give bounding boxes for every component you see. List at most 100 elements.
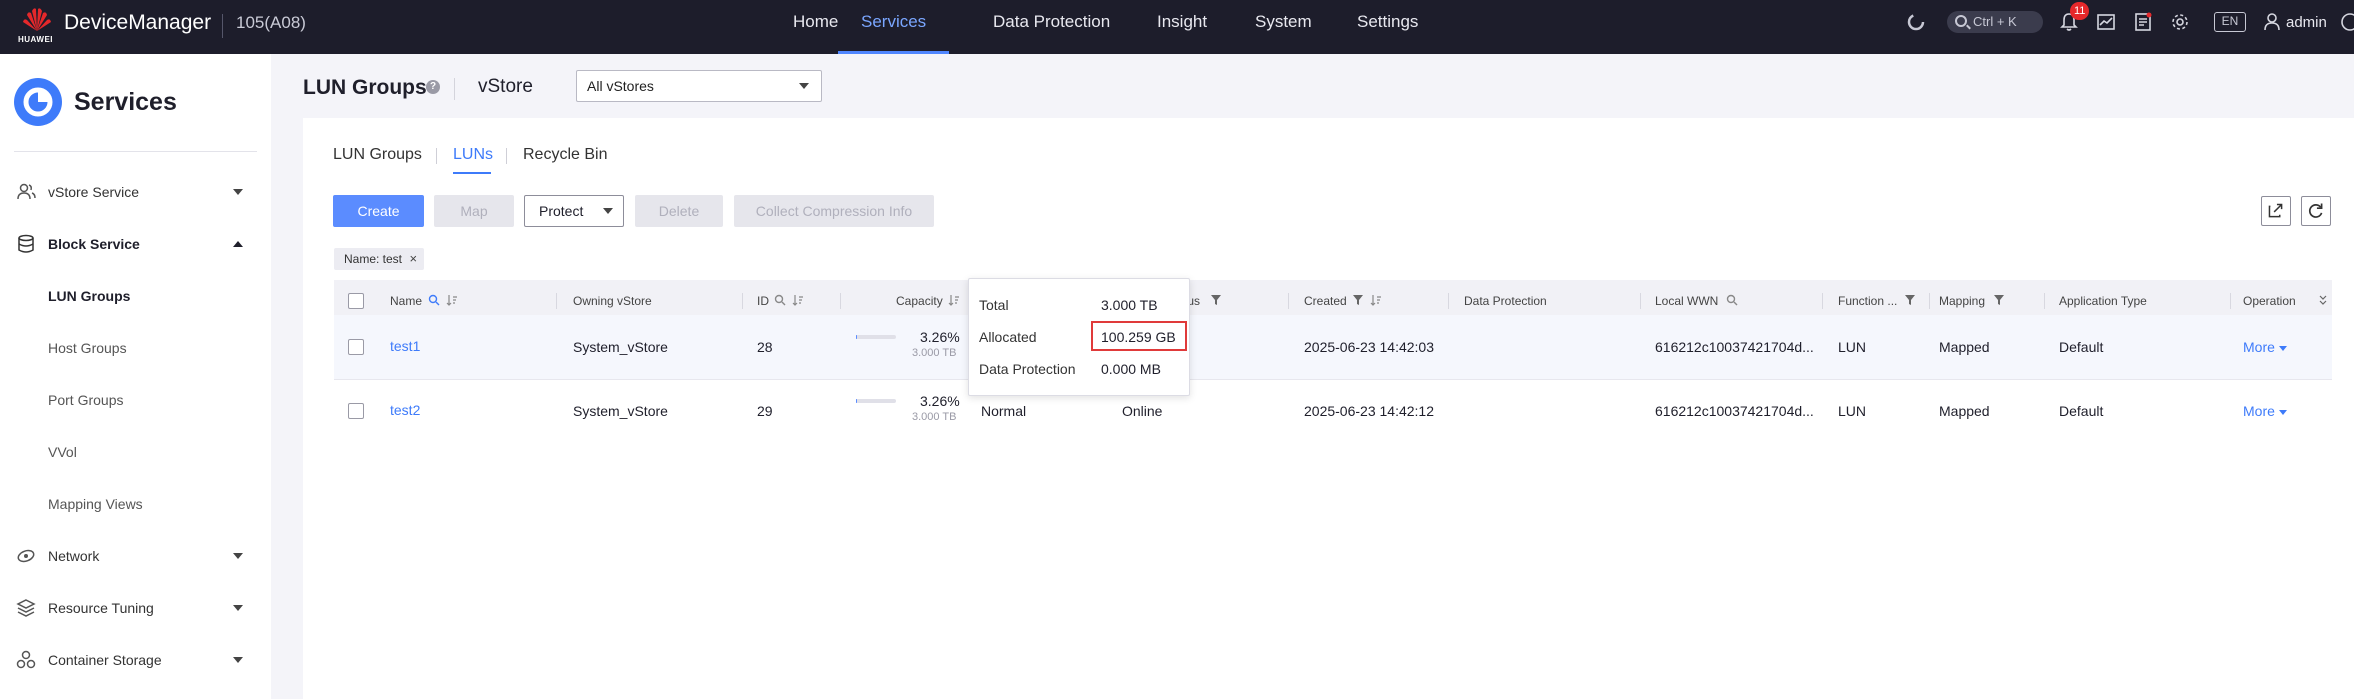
row-checkbox[interactable] xyxy=(348,403,364,419)
capacity-bar[interactable] xyxy=(856,335,896,339)
close-icon[interactable]: × xyxy=(409,248,417,270)
column-divider xyxy=(2230,293,2231,309)
search-icon xyxy=(1955,15,1967,27)
huawei-logo[interactable]: HUAWEI xyxy=(16,5,60,49)
capacity-fill xyxy=(856,335,858,339)
row-checkbox[interactable] xyxy=(348,339,364,355)
sidebar-item-label: Network xyxy=(48,548,100,564)
search-icon[interactable] xyxy=(428,294,440,306)
sidebar-item-vstore-service[interactable]: vStore Service xyxy=(0,172,271,212)
table-row[interactable]: test1 System_vStore 28 3.26% 3.000 TB 20… xyxy=(334,315,2332,379)
nav-settings[interactable]: Settings xyxy=(1357,0,1418,54)
filter-chip[interactable]: Name: test × xyxy=(334,248,425,270)
nav-services[interactable]: Services xyxy=(838,0,950,54)
column-header-name[interactable]: Name xyxy=(390,294,422,308)
column-header-created[interactable]: Created xyxy=(1304,294,1347,308)
refresh-button[interactable] xyxy=(2301,196,2331,226)
column-header-operation: Operation xyxy=(2243,294,2296,308)
search-icon[interactable] xyxy=(774,294,786,306)
tab-recycle-bin[interactable]: Recycle Bin xyxy=(523,146,607,164)
sidebar-item-network[interactable]: Network xyxy=(0,536,271,576)
column-settings-icon[interactable] xyxy=(2318,294,2328,306)
lun-name-link[interactable]: test2 xyxy=(390,402,420,418)
top-bar: HUAWEI DeviceManager 105(A08) Home Servi… xyxy=(0,0,2354,54)
sidebar-sub-port-groups[interactable]: Port Groups xyxy=(48,392,123,408)
nav-data-protection[interactable]: Data Protection xyxy=(993,0,1110,54)
capacity-percent[interactable]: 3.26% xyxy=(920,329,960,345)
create-button[interactable]: Create xyxy=(333,195,424,227)
services-logo-icon xyxy=(14,78,62,126)
vstore-select[interactable]: All vStores xyxy=(576,70,822,102)
sidebar-item-resource-tuning[interactable]: Resource Tuning xyxy=(0,588,271,628)
gear-icon[interactable] xyxy=(2170,12,2190,32)
nav-system[interactable]: System xyxy=(1255,0,1312,54)
capacity-fill xyxy=(856,399,858,403)
language-switch[interactable]: EN xyxy=(2214,12,2246,32)
help-icon[interactable] xyxy=(2340,12,2354,32)
protect-dropdown[interactable]: Protect xyxy=(524,195,624,227)
column-header-mapping[interactable]: Mapping xyxy=(1939,294,1985,308)
sidebar-item-block-service[interactable]: Block Service xyxy=(0,224,271,264)
database-icon xyxy=(18,234,34,253)
column-header-capacity[interactable]: Capacity xyxy=(896,294,943,308)
more-actions-link[interactable]: More xyxy=(2243,339,2287,355)
help-icon[interactable]: ? xyxy=(426,80,440,94)
column-divider xyxy=(2044,293,2045,309)
select-all-checkbox[interactable] xyxy=(348,293,364,309)
capacity-bar[interactable] xyxy=(856,399,896,403)
owning-vstore: System_vStore xyxy=(573,339,668,355)
global-search-button[interactable]: Ctrl + K xyxy=(1947,11,2043,33)
user-group-icon xyxy=(17,183,36,200)
user-icon[interactable] xyxy=(2262,12,2282,32)
refresh-icon xyxy=(2309,203,2323,218)
user-name[interactable]: admin xyxy=(2286,14,2327,31)
sidebar-item-label: Block Service xyxy=(48,236,140,252)
filter-icon[interactable] xyxy=(1904,294,1916,306)
sidebar-sub-mapping-views[interactable]: Mapping Views xyxy=(48,496,143,512)
sort-icon[interactable] xyxy=(792,294,804,306)
sidebar-sub-host-groups[interactable]: Host Groups xyxy=(48,340,127,356)
table-row[interactable]: test2 System_vStore 29 3.26% 3.000 TB No… xyxy=(334,380,2332,444)
filter-icon[interactable] xyxy=(1352,294,1364,306)
sidebar-divider xyxy=(14,151,257,152)
lun-name-link[interactable]: test1 xyxy=(390,338,420,354)
more-actions-link[interactable]: More xyxy=(2243,403,2287,419)
column-divider xyxy=(1929,293,1930,309)
capacity-tooltip: Total 3.000 TB Allocated 100.259 GB Data… xyxy=(968,278,1190,396)
column-header-function[interactable]: Function ... xyxy=(1838,294,1897,308)
sidebar-sub-vvol[interactable]: VVol xyxy=(48,444,77,460)
created-time: 2025-06-23 14:42:12 xyxy=(1304,403,1434,419)
loading-icon[interactable] xyxy=(1906,12,1926,32)
delete-button[interactable]: Delete xyxy=(635,195,723,227)
tab-lun-groups[interactable]: LUN Groups xyxy=(333,146,422,164)
sidebar-sub-lun-groups[interactable]: LUN Groups xyxy=(48,288,130,304)
column-header-application-type[interactable]: Application Type xyxy=(2059,294,2147,308)
sort-icon[interactable] xyxy=(948,294,960,306)
search-icon[interactable] xyxy=(1726,294,1738,306)
collect-compression-info-button[interactable]: Collect Compression Info xyxy=(734,195,934,227)
task-list-icon[interactable] xyxy=(2133,12,2153,32)
function-type: LUN xyxy=(1838,403,1867,419)
capacity-percent[interactable]: 3.26% xyxy=(920,393,960,409)
column-header-id[interactable]: ID xyxy=(757,294,769,308)
sort-icon[interactable] xyxy=(1370,294,1382,306)
sidebar-item-container-storage[interactable]: Container Storage xyxy=(0,640,271,680)
brand-text: HUAWEI xyxy=(18,35,53,44)
search-shortcut: Ctrl + K xyxy=(1973,14,2017,29)
nav-insight[interactable]: Insight xyxy=(1157,0,1207,54)
column-header-local-wwn[interactable]: Local WWN xyxy=(1655,294,1718,308)
nav-home[interactable]: Home xyxy=(793,0,838,54)
column-header-owning-vstore[interactable]: Owning vStore xyxy=(573,294,652,308)
filter-icon[interactable] xyxy=(1210,294,1222,306)
tab-luns[interactable]: LUNs xyxy=(453,146,493,164)
function-type: LUN xyxy=(1838,339,1867,355)
map-button[interactable]: Map xyxy=(434,195,514,227)
application-type: Default xyxy=(2059,403,2104,419)
page-title: LUN Groups xyxy=(303,76,427,99)
performance-chart-icon[interactable] xyxy=(2096,12,2116,32)
filter-icon[interactable] xyxy=(1993,294,2005,306)
column-header-data-protection[interactable]: Data Protection xyxy=(1464,294,1547,308)
export-button[interactable] xyxy=(2261,196,2291,226)
column-divider xyxy=(1640,293,1641,309)
sort-icon[interactable] xyxy=(446,294,458,306)
